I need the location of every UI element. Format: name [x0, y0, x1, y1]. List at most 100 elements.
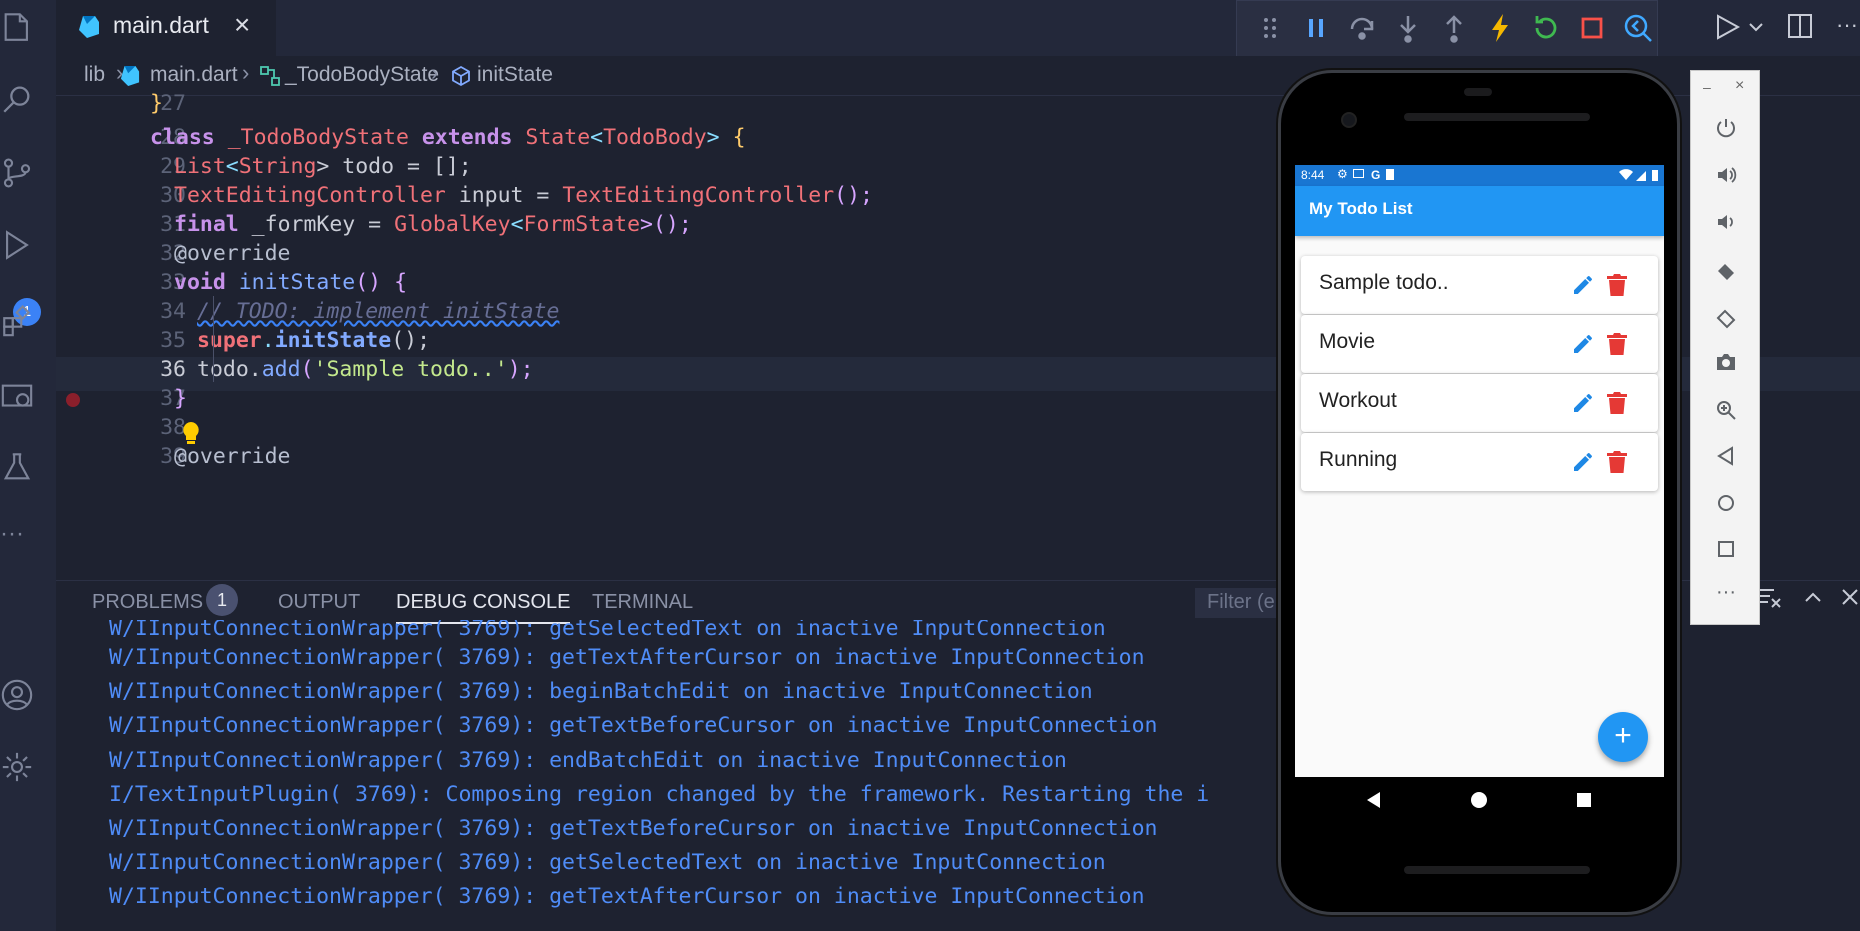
signal-battery-icon — [1619, 169, 1658, 181]
phone-speaker — [1404, 113, 1590, 121]
breakpoint-marker[interactable] — [66, 393, 80, 407]
explorer-icon[interactable] — [0, 10, 40, 50]
console-line: I/TextInputPlugin( 3769): Composing regi… — [109, 782, 1210, 807]
breadcrumb-method[interactable]: initState — [477, 63, 553, 87]
minimize-icon[interactable]: – — [1703, 79, 1711, 95]
tab-problems[interactable]: PROBLEMS — [92, 591, 203, 614]
camera-icon[interactable] — [1691, 352, 1761, 378]
run-debug-icon[interactable] — [0, 228, 40, 268]
edit-pencil-icon[interactable] — [1571, 273, 1595, 297]
overview-icon[interactable] — [1691, 540, 1761, 564]
todo-card[interactable]: Sample todo.. — [1301, 256, 1658, 314]
close-panel-icon[interactable] — [1840, 586, 1860, 614]
console-line: W/IInputConnectionWrapper( 3769): getTex… — [109, 713, 1158, 738]
home-icon[interactable] — [1691, 493, 1761, 519]
edit-pencil-icon[interactable] — [1571, 391, 1595, 415]
breadcrumb-class[interactable]: _TodoBodyState — [285, 63, 439, 87]
drag-handle-icon[interactable] — [1253, 11, 1287, 45]
code-text: class _TodoBodyState extends State<TodoB… — [150, 125, 746, 150]
delete-trash-icon[interactable] — [1606, 332, 1628, 356]
todo-card[interactable]: Workout — [1301, 374, 1658, 432]
devtools-icon[interactable] — [1621, 11, 1655, 45]
delete-trash-icon[interactable] — [1606, 450, 1628, 474]
console-filter-input[interactable]: Filter (e — [1195, 588, 1290, 618]
nav-home-icon[interactable] — [1470, 791, 1488, 809]
todo-card[interactable]: Movie — [1301, 315, 1658, 373]
power-icon[interactable] — [1691, 117, 1761, 145]
android-nav-bar — [1295, 777, 1664, 823]
method-icon — [452, 65, 470, 87]
image-icon — [1353, 169, 1364, 178]
tab-terminal[interactable]: TERMINAL — [592, 591, 693, 614]
delete-trash-icon[interactable] — [1606, 273, 1628, 297]
code-text: @override — [174, 241, 291, 266]
todo-card[interactable]: Running — [1301, 433, 1658, 491]
emulator-toolbar: – × ··· — [1690, 70, 1760, 625]
more-actions-icon[interactable]: ··· — [1836, 12, 1858, 38]
close-icon[interactable]: × — [1735, 77, 1744, 95]
rotate-right-icon[interactable] — [1691, 305, 1761, 335]
maximize-panel-icon[interactable] — [1802, 586, 1824, 615]
stop-icon[interactable] — [1575, 11, 1609, 45]
chevron-right-icon: › — [242, 60, 250, 85]
account-icon[interactable] — [0, 678, 40, 718]
nav-recents-icon[interactable] — [1576, 792, 1592, 808]
more-icon[interactable]: ··· — [0, 520, 40, 560]
phone-sensor — [1464, 88, 1492, 96]
class-icon — [260, 66, 280, 86]
volume-down-icon[interactable] — [1691, 211, 1761, 239]
status-time: 8:44 — [1301, 168, 1325, 182]
phone-screen[interactable]: 8:44 ⚙ G My Todo List Sample todo.. Movi… — [1295, 165, 1664, 777]
debug-toolbar — [1236, 0, 1658, 57]
code-text: super.initState(); — [197, 328, 431, 353]
back-icon[interactable] — [1691, 446, 1761, 472]
step-over-icon[interactable] — [1345, 11, 1379, 45]
activity-bar: 1 ··· — [0, 0, 56, 931]
delete-trash-icon[interactable] — [1606, 391, 1628, 415]
code-text: todo.add('Sample todo..'); — [197, 357, 534, 382]
app-bar: My Todo List — [1295, 186, 1664, 236]
lightbulb-icon[interactable] — [180, 420, 202, 452]
app-title: My Todo List — [1309, 199, 1413, 218]
rotate-left-icon[interactable] — [1691, 258, 1761, 288]
close-icon[interactable]: × — [234, 9, 250, 41]
edit-pencil-icon[interactable] — [1571, 332, 1595, 356]
console-line: W/IInputConnectionWrapper( 3769): endBat… — [109, 748, 1067, 773]
todo-comment: // TODO: implement initState — [197, 299, 560, 324]
settings-gear-icon: ⚙ — [1337, 167, 1348, 181]
pause-icon[interactable] — [1299, 11, 1333, 45]
clear-console-icon[interactable] — [1758, 586, 1782, 615]
tab-output[interactable]: OUTPUT — [278, 591, 360, 614]
dart-file-icon — [79, 16, 99, 38]
split-editor-icon[interactable] — [1786, 12, 1814, 45]
sd-card-icon — [1386, 169, 1394, 180]
breadcrumb-main-dart[interactable]: main.dart — [150, 63, 238, 87]
breadcrumb-lib[interactable]: lib — [84, 63, 105, 87]
settings-gear-icon[interactable] — [0, 750, 40, 790]
phone-speaker-bottom — [1404, 866, 1590, 874]
line-number: 27 — [160, 91, 186, 116]
restart-icon[interactable] — [1529, 11, 1563, 45]
android-status-bar: 8:44 ⚙ G — [1295, 165, 1664, 186]
hot-reload-icon[interactable] — [1483, 11, 1517, 45]
step-out-icon[interactable] — [1437, 11, 1471, 45]
google-icon: G — [1371, 168, 1381, 182]
testing-icon[interactable] — [0, 450, 40, 490]
extensions-icon[interactable] — [0, 304, 40, 344]
dart-file-icon — [120, 66, 140, 86]
volume-up-icon[interactable] — [1691, 164, 1761, 192]
more-options-icon[interactable]: ··· — [1691, 581, 1761, 604]
source-control-icon[interactable] — [0, 156, 40, 196]
zoom-icon[interactable] — [1691, 399, 1761, 427]
step-into-icon[interactable] — [1391, 11, 1425, 45]
todo-title: Workout — [1319, 389, 1397, 412]
console-line: W/IInputConnectionWrapper( 3769): getSel… — [109, 850, 1106, 875]
search-icon[interactable] — [0, 82, 40, 122]
remote-explorer-icon[interactable] — [0, 380, 40, 420]
run-debug-dropdown-icon[interactable] — [1712, 12, 1764, 47]
add-todo-fab[interactable]: + — [1598, 712, 1648, 762]
nav-back-icon[interactable] — [1366, 791, 1382, 809]
todo-title: Sample todo.. — [1319, 271, 1449, 294]
code-text: } — [150, 91, 163, 116]
edit-pencil-icon[interactable] — [1571, 450, 1595, 474]
